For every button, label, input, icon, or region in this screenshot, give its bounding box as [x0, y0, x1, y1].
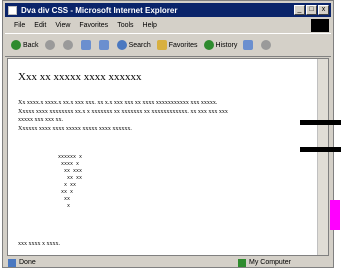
- home-icon: [98, 40, 109, 50]
- back-label: Back: [23, 41, 39, 49]
- close-button[interactable]: x: [318, 5, 329, 15]
- stop-icon: [62, 40, 73, 50]
- print-icon: [261, 40, 272, 50]
- forward-arrow-icon: [44, 40, 55, 50]
- vertical-scrollbar[interactable]: [317, 59, 328, 255]
- computer-icon: [237, 258, 246, 267]
- windows-logo-icon: [311, 19, 329, 32]
- refresh-icon: [80, 40, 91, 50]
- favorites-button[interactable]: Favorites: [156, 40, 198, 50]
- paragraph-line: xxxxx xxx xxx xx.: [18, 117, 63, 123]
- menu-bar: File Edit View Favorites Tools Help: [5, 19, 331, 32]
- paragraph-line: Xx xxxx.x xxxx.x xx.x xxx xxx. xx x.x xx…: [18, 100, 218, 106]
- back-button[interactable]: Back: [11, 40, 39, 50]
- favorites-label: Favorites: [168, 41, 198, 49]
- status-zone: My Computer: [237, 258, 291, 267]
- favorites-icon: [156, 40, 167, 50]
- search-label: Search: [128, 41, 151, 49]
- window-controls: _ □ x: [294, 5, 329, 15]
- stop-button[interactable]: [62, 40, 75, 50]
- status-done: Done: [8, 258, 36, 267]
- refresh-button[interactable]: [80, 40, 93, 50]
- preformatted-block: xxxxxx x xxxx x xx xxx xx xx x xx xx x x…: [58, 154, 83, 209]
- menu-file[interactable]: File: [14, 22, 25, 29]
- overlay-bar-1: [300, 120, 341, 125]
- toolbar: Back Search Favorites History: [5, 33, 331, 57]
- maximize-button[interactable]: □: [306, 5, 317, 15]
- minimize-button[interactable]: _: [294, 5, 305, 15]
- history-icon: [203, 40, 214, 50]
- overlay-bar-2: [300, 147, 341, 152]
- search-button[interactable]: Search: [116, 40, 151, 50]
- status-right-text: My Computer: [248, 259, 291, 266]
- search-icon: [116, 40, 127, 50]
- page-content: Xxx xx xxxxx xxxx xxxxxx Xx xxxx.x xxxx.…: [7, 58, 329, 256]
- history-label: History: [215, 41, 238, 49]
- menu-view[interactable]: View: [55, 22, 70, 29]
- menu-favorites[interactable]: Favorites: [79, 22, 108, 29]
- mail-button[interactable]: [243, 40, 255, 50]
- ie-icon: [8, 5, 17, 15]
- window-title: Dva div CSS - Microsoft Internet Explore…: [21, 5, 178, 15]
- menu-help[interactable]: Help: [143, 22, 157, 29]
- menu-edit[interactable]: Edit: [34, 22, 46, 29]
- mail-icon: [243, 40, 254, 50]
- body-paragraph: Xx xxxx.x xxxx.x xx.x xxx xxx. xx x.x xx…: [18, 99, 318, 133]
- overlay-accent: [330, 200, 340, 230]
- menu-tools[interactable]: Tools: [117, 22, 133, 29]
- browser-window: Dva div CSS - Microsoft Internet Explore…: [2, 0, 334, 268]
- page-icon: [8, 258, 16, 267]
- status-bar: Done My Computer: [5, 257, 331, 268]
- paragraph-line: Xxxxx xxxx xxxxxxxx xx.x x xxxxxxx xx xx…: [18, 108, 228, 115]
- title-bar[interactable]: Dva div CSS - Microsoft Internet Explore…: [5, 3, 331, 17]
- status-left-text: Done: [19, 259, 36, 266]
- home-button[interactable]: [98, 40, 111, 50]
- page-heading: Xxx xx xxxxx xxxx xxxxxx: [18, 71, 142, 83]
- forward-button[interactable]: [44, 40, 57, 50]
- footer-text: xxx xxxx x xxxx.: [18, 241, 60, 247]
- history-button[interactable]: History: [203, 40, 238, 50]
- paragraph-line: Xxxxxx xxxx xxxx xxxxx xxxxx xxxx xxxxxx…: [18, 125, 132, 132]
- back-arrow-icon: [11, 40, 21, 50]
- print-button[interactable]: [261, 40, 273, 50]
